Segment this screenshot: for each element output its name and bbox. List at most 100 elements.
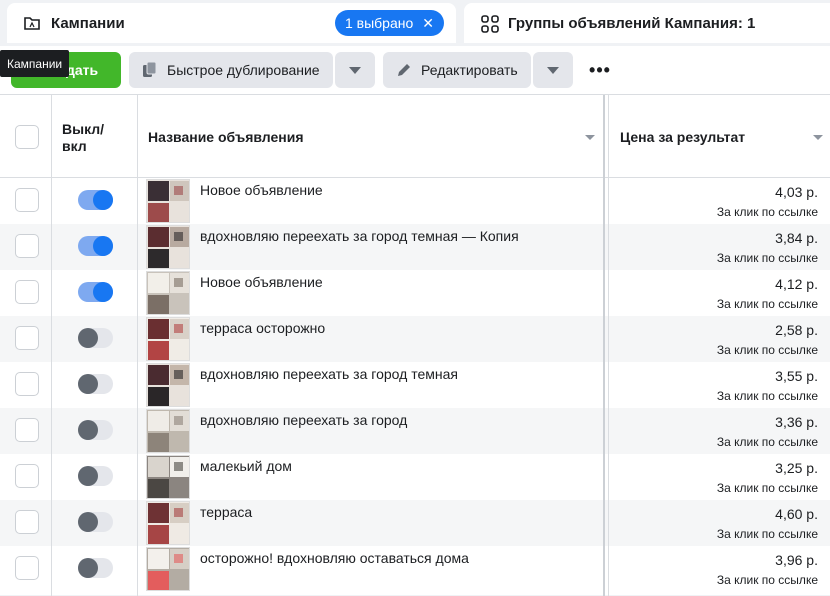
column-divider [51, 95, 52, 596]
ad-thumbnail[interactable] [146, 225, 190, 269]
toggle-knob [78, 466, 98, 486]
tab-bar: Кампании 1 выбрано ✕ Группы объявлений К… [0, 0, 830, 46]
ad-status-toggle[interactable] [78, 420, 113, 440]
table-row[interactable]: вдохновляю переехать за город темная 3,55… [0, 362, 830, 408]
ad-thumbnail[interactable] [146, 317, 190, 361]
tab-campaigns[interactable]: Кампании 1 выбрано ✕ [7, 3, 456, 43]
table-row[interactable]: Новое объявление 4,03 р. За клик по ссылке [0, 178, 830, 224]
col-name-header[interactable]: Название объявления [148, 95, 304, 178]
row-checkbox[interactable] [15, 556, 39, 580]
tab-adsets-label: Группы объявлений Кампания: 1 [508, 14, 756, 32]
ad-status-toggle[interactable] [78, 374, 113, 394]
ad-name-link[interactable]: терраса осторожно [200, 320, 325, 336]
ad-name-link[interactable]: Новое объявление [200, 182, 323, 198]
result-type-label: За клик по ссылке [716, 297, 818, 311]
column-resize-handle[interactable] [603, 95, 605, 596]
selected-count-pill[interactable]: 1 выбрано ✕ [334, 10, 444, 36]
chevron-down-icon [547, 66, 559, 74]
duplicate-icon [141, 61, 159, 79]
quick-duplicate-label: Быстрое дублирование [167, 62, 320, 78]
ad-thumbnail[interactable] [146, 455, 190, 499]
ad-name-link[interactable]: вдохновляю переехать за город [200, 412, 407, 428]
quick-duplicate-button[interactable]: Быстрое дублирование [129, 52, 333, 88]
col-price-header[interactable]: Цена за результат [620, 95, 745, 178]
col-toggle-header-line1: Выкл/ [62, 121, 105, 137]
chevron-down-icon [349, 66, 361, 74]
cost-per-result: 4,03 р. [775, 184, 818, 200]
result-type-label: За клик по ссылке [716, 251, 818, 265]
ad-thumbnail[interactable] [146, 271, 190, 315]
row-checkbox[interactable] [15, 510, 39, 534]
cost-per-result: 3,96 р. [775, 552, 818, 568]
selected-count-label: 1 выбрано [344, 15, 414, 31]
close-icon[interactable]: ✕ [422, 16, 434, 30]
result-type-label: За клик по ссылке [716, 573, 818, 587]
folder-icon [23, 14, 41, 32]
tab-adsets[interactable]: Группы объявлений Кампания: 1 [464, 3, 830, 43]
more-icon: ••• [589, 59, 611, 80]
ad-status-toggle[interactable] [78, 466, 113, 486]
row-checkbox[interactable] [15, 280, 39, 304]
more-options-button[interactable]: ••• [584, 52, 616, 88]
pencil-icon [395, 61, 413, 79]
ad-thumbnail[interactable] [146, 363, 190, 407]
sort-caret-icon[interactable] [813, 135, 823, 140]
row-checkbox[interactable] [15, 418, 39, 442]
ad-name-link[interactable]: вдохновляю переехать за город темная — К… [200, 228, 519, 244]
ad-name-link[interactable]: осторожно! вдохновляю оставаться дома [200, 550, 469, 566]
cost-per-result: 3,25 р. [775, 460, 818, 476]
toggle-knob [78, 420, 98, 440]
ad-name-link[interactable]: вдохновляю переехать за город темная [200, 366, 458, 382]
result-type-label: За клик по ссылке [716, 389, 818, 403]
toggle-knob [78, 512, 98, 532]
row-checkbox[interactable] [15, 326, 39, 350]
result-type-label: За клик по ссылке [716, 343, 818, 357]
table-row[interactable]: Новое объявление 4,12 р. За клик по ссылке [0, 270, 830, 316]
sort-caret-icon[interactable] [585, 135, 595, 140]
row-checkbox[interactable] [15, 234, 39, 258]
ad-thumbnail[interactable] [146, 409, 190, 453]
result-type-label: За клик по ссылке [716, 435, 818, 449]
ad-status-toggle[interactable] [78, 512, 113, 532]
table-row[interactable]: малекьий дом 3,25 р. За клик по ссылке [0, 454, 830, 500]
ad-thumbnail[interactable] [146, 501, 190, 545]
ad-name-link[interactable]: терраса [200, 504, 252, 520]
edit-button[interactable]: Редактировать [383, 52, 531, 88]
table-row[interactable]: терраса 4,60 р. За клик по ссылке [0, 500, 830, 546]
row-checkbox[interactable] [15, 188, 39, 212]
select-all-checkbox[interactable] [15, 124, 39, 149]
ad-status-toggle[interactable] [78, 236, 113, 256]
table-row[interactable]: осторожно! вдохновляю оставаться дома 3,9… [0, 546, 830, 592]
ad-status-toggle[interactable] [78, 328, 113, 348]
duplicate-dropdown-button[interactable] [335, 52, 375, 88]
edit-button-label: Редактировать [421, 62, 518, 78]
ad-status-toggle[interactable] [78, 282, 113, 302]
toggle-knob [78, 558, 98, 578]
col-toggle-header: Выкл/ вкл [62, 95, 104, 178]
toggle-knob [93, 236, 113, 256]
ads-table: Выкл/ вкл Название объявления Цена за ре… [0, 94, 830, 596]
cost-per-result: 3,55 р. [775, 368, 818, 384]
edit-dropdown-button[interactable] [533, 52, 573, 88]
row-checkbox[interactable] [15, 464, 39, 488]
ad-thumbnail[interactable] [146, 179, 190, 223]
table-row[interactable]: вдохновляю переехать за город 3,36 р. За к… [0, 408, 830, 454]
column-divider [137, 95, 138, 596]
ad-status-toggle[interactable] [78, 190, 113, 210]
table-row[interactable]: вдохновляю переехать за город темная — К… [0, 224, 830, 270]
ad-status-toggle[interactable] [78, 558, 113, 578]
tab-campaigns-label: Кампании [51, 14, 125, 32]
toggle-knob [78, 374, 98, 394]
ad-thumbnail[interactable] [146, 547, 190, 591]
table-row[interactable]: терраса осторожно 2,58 р. За клик по ссылк… [0, 316, 830, 362]
cost-per-result: 3,36 р. [775, 414, 818, 430]
toolbar: здать Быстрое дублирование Редактировать… [0, 46, 830, 94]
row-checkbox[interactable] [15, 372, 39, 396]
ad-name-link[interactable]: малекьий дом [200, 458, 292, 474]
result-type-label: За клик по ссылке [716, 481, 818, 495]
select-all-checkbox-cell [15, 95, 39, 178]
result-type-label: За клик по ссылке [716, 527, 818, 541]
cost-per-result: 4,12 р. [775, 276, 818, 292]
ad-name-link[interactable]: Новое объявление [200, 274, 323, 290]
cost-per-result: 3,84 р. [775, 230, 818, 246]
